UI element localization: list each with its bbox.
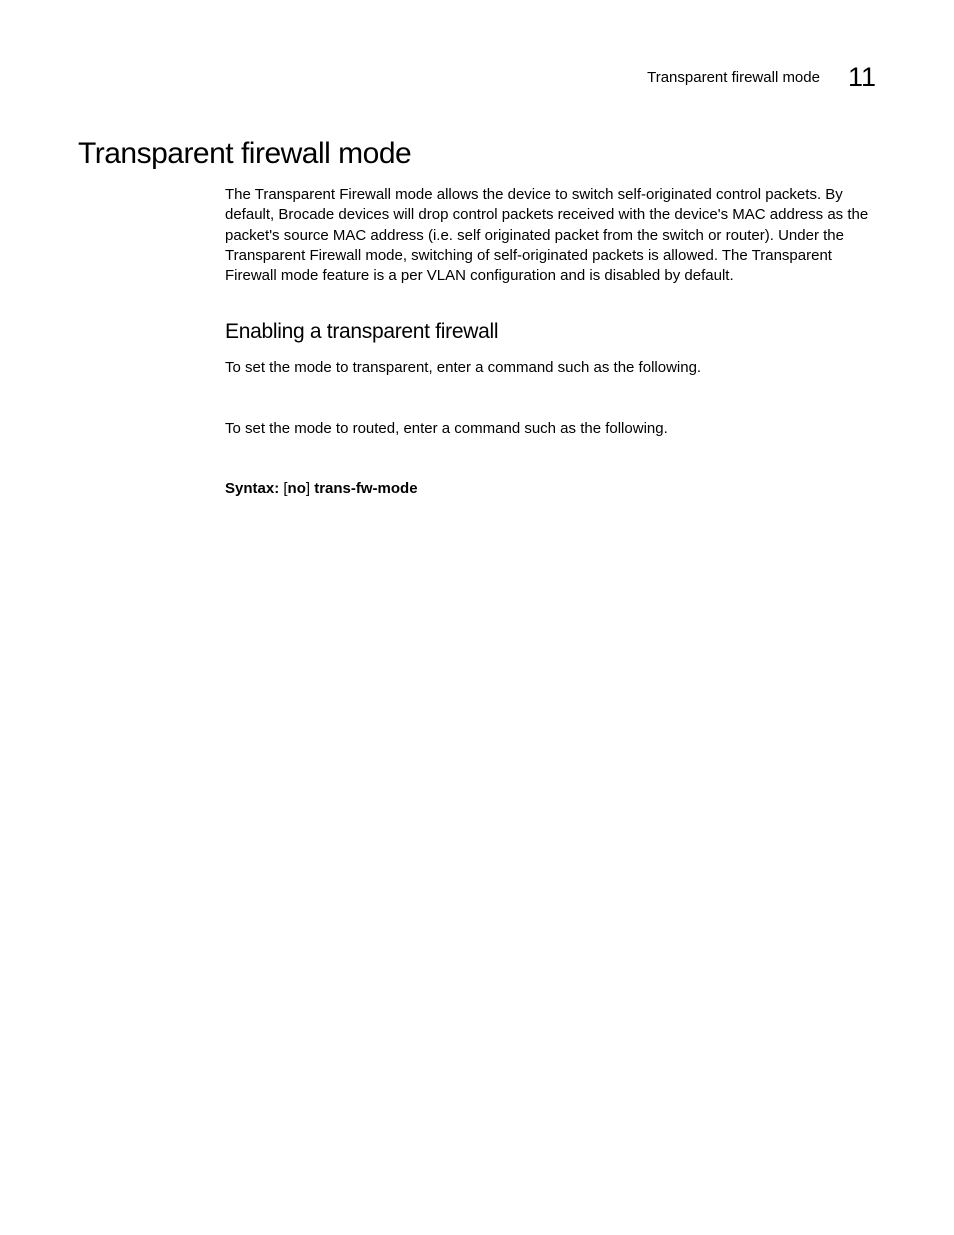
section-heading: Transparent firewall mode [78,137,411,171]
intro-paragraph: The Transparent Firewall mode allows the… [225,185,877,286]
sub-heading: Enabling a transparent firewall [225,320,877,344]
instruction-2: To set the mode to routed, enter a comma… [225,419,877,439]
header-chapter-number: 11 [848,62,876,93]
syntax-no: no [288,480,306,497]
syntax-bracket-close: ] [306,480,310,497]
page-header: Transparent firewall mode 11 [647,62,876,93]
body-content: The Transparent Firewall mode allows the… [225,185,877,499]
syntax-command: trans-fw-mode [314,480,417,497]
instruction-1: To set the mode to transparent, enter a … [225,358,877,378]
syntax-label: Syntax: [225,480,279,497]
syntax-line: Syntax: [no] trans-fw-mode [225,479,877,499]
header-title: Transparent firewall mode [647,69,820,86]
